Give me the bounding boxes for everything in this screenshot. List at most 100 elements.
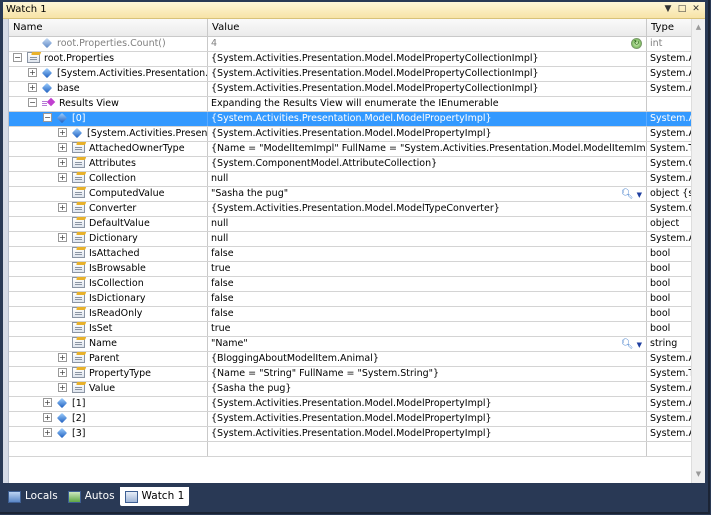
value-cell[interactable]: true: [208, 262, 647, 276]
column-header-value[interactable]: Value: [208, 19, 647, 36]
value-cell[interactable]: [208, 442, 647, 456]
watch-row[interactable]: + Converter {System.Activities.Presentatio…: [9, 202, 692, 217]
column-header-type[interactable]: Type: [647, 19, 692, 36]
name-cell[interactable]: IsCollection: [9, 277, 208, 291]
value-cell[interactable]: "Sasha the pug" 🔍︎ ▼: [208, 187, 647, 201]
maximize-icon[interactable]: □: [677, 4, 687, 15]
value-cell[interactable]: {System.Activities.Presentation.Model.Mo…: [208, 112, 647, 126]
empty-watch-row[interactable]: [9, 442, 692, 457]
watch-row[interactable]: + Parent {BloggingAboutModelItem.Animal} Sy…: [9, 352, 692, 367]
name-cell[interactable]: Name: [9, 337, 208, 351]
value-cell[interactable]: false: [208, 247, 647, 261]
watch-row[interactable]: IsSet true bool: [9, 322, 692, 337]
value-cell[interactable]: {Sasha the pug}: [208, 382, 647, 396]
watch-row[interactable]: + [System.Activities.Presentation.ModelPr…: [9, 67, 692, 82]
expand-icon[interactable]: +: [43, 398, 52, 407]
name-cell[interactable]: − [0]: [9, 112, 208, 126]
value-cell[interactable]: "Name" 🔍︎ ▼: [208, 337, 647, 351]
name-cell[interactable]: + AttachedOwnerType: [9, 142, 208, 156]
value-cell[interactable]: {System.Activities.Presentation.Model.Mo…: [208, 52, 647, 66]
expand-icon[interactable]: +: [28, 83, 37, 92]
value-cell[interactable]: null: [208, 232, 647, 246]
refresh-icon[interactable]: ↻: [631, 38, 642, 49]
value-cell[interactable]: {System.Activities.Presentation.Model.Mo…: [208, 82, 647, 96]
watch-row[interactable]: + PropertyType {Name = "String" FullName =…: [9, 367, 692, 382]
window-position-dropdown-icon[interactable]: ▼: [663, 4, 673, 15]
value-cell[interactable]: {System.Activities.Presentation.Model.Mo…: [208, 127, 647, 141]
value-cell[interactable]: {System.Activities.Presentation.Model.Mo…: [208, 202, 647, 216]
expand-icon[interactable]: +: [58, 158, 67, 167]
name-cell[interactable]: − root.Properties: [9, 52, 208, 66]
watch-row[interactable]: root.Properties.Count() 4 ↻ int: [9, 37, 692, 52]
value-cell[interactable]: Expanding the Results View will enumerat…: [208, 97, 647, 111]
name-cell[interactable]: + [3]: [9, 427, 208, 441]
name-cell[interactable]: ComputedValue: [9, 187, 208, 201]
value-cell[interactable]: false: [208, 307, 647, 321]
name-cell[interactable]: + [System.Activities.Presentation.ModelPr…: [9, 67, 208, 81]
column-header-name[interactable]: Name: [9, 19, 208, 36]
expand-icon[interactable]: +: [58, 233, 67, 242]
watch-row[interactable]: + Attributes {System.ComponentModel.Attrib…: [9, 157, 692, 172]
tab-autos[interactable]: Autos: [63, 487, 120, 506]
watch-row[interactable]: IsCollection false bool: [9, 277, 692, 292]
expand-icon[interactable]: +: [58, 368, 67, 377]
name-cell[interactable]: + Collection: [9, 172, 208, 186]
value-cell[interactable]: {System.ComponentModel.AttributeCollecti…: [208, 157, 647, 171]
name-cell[interactable]: + [2]: [9, 412, 208, 426]
value-cell[interactable]: {BloggingAboutModelItem.Animal}: [208, 352, 647, 366]
name-cell[interactable]: IsSet: [9, 322, 208, 336]
watch-row[interactable]: + base {System.Activities.Presentation.Mod…: [9, 82, 692, 97]
value-cell[interactable]: {Name = "String" FullName = "System.Stri…: [208, 367, 647, 381]
text-visualizer-icon[interactable]: 🔍︎: [621, 188, 634, 201]
watch-row[interactable]: ComputedValue "Sasha the pug" 🔍︎▼ object {s…: [9, 187, 692, 202]
watch-row[interactable]: + [System.Activities.Presentation.Model.M…: [9, 127, 692, 142]
value-cell[interactable]: {System.Activities.Presentation.Model.Mo…: [208, 67, 647, 81]
name-cell[interactable]: + Value: [9, 382, 208, 396]
name-cell[interactable]: IsDictionary: [9, 292, 208, 306]
expand-icon[interactable]: +: [58, 173, 67, 182]
watch-row[interactable]: − root.Properties {System.Activities.Prese…: [9, 52, 692, 67]
name-cell[interactable]: − Results View: [9, 97, 208, 111]
expand-icon[interactable]: +: [58, 383, 67, 392]
name-cell[interactable]: IsAttached: [9, 247, 208, 261]
close-icon[interactable]: ✕: [691, 4, 701, 15]
name-cell[interactable]: IsReadOnly: [9, 307, 208, 321]
watch-row[interactable]: DefaultValue null object: [9, 217, 692, 232]
value-cell[interactable]: {System.Activities.Presentation.Model.Mo…: [208, 427, 647, 441]
watch-row[interactable]: IsReadOnly false bool: [9, 307, 692, 322]
title-bar[interactable]: Watch 1 ▼ □ ✕: [3, 2, 705, 19]
expand-icon[interactable]: +: [58, 353, 67, 362]
watch-row[interactable]: + AttachedOwnerType {Name = "ModelItemImpl…: [9, 142, 692, 157]
expand-icon[interactable]: +: [28, 68, 37, 77]
collapse-icon[interactable]: −: [13, 53, 22, 62]
vertical-scrollbar[interactable]: ▲ ▼: [691, 19, 705, 483]
name-cell[interactable]: [9, 442, 208, 456]
value-cell[interactable]: null: [208, 172, 647, 186]
watch-row[interactable]: − [0] {System.Activities.Presentation.Mode…: [9, 112, 692, 127]
watch-row[interactable]: IsAttached false bool: [9, 247, 692, 262]
watch-row[interactable]: + [2] {System.Activities.Presentation.Mode…: [9, 412, 692, 427]
watch-row[interactable]: + [1] {System.Activities.Presentation.Mode…: [9, 397, 692, 412]
scroll-up-arrow-icon[interactable]: ▲: [692, 21, 705, 34]
watch-row[interactable]: IsBrowsable true bool: [9, 262, 692, 277]
value-cell[interactable]: {System.Activities.Presentation.Model.Mo…: [208, 397, 647, 411]
text-visualizer-icon[interactable]: 🔍︎: [621, 338, 634, 351]
expand-icon[interactable]: +: [43, 413, 52, 422]
expand-icon[interactable]: +: [58, 128, 67, 137]
collapse-icon[interactable]: −: [43, 113, 52, 122]
name-cell[interactable]: + Dictionary: [9, 232, 208, 246]
name-cell[interactable]: + Converter: [9, 202, 208, 216]
value-cell[interactable]: {System.Activities.Presentation.Model.Mo…: [208, 412, 647, 426]
value-cell[interactable]: true: [208, 322, 647, 336]
expand-icon[interactable]: +: [58, 143, 67, 152]
visualizer-dropdown-icon[interactable]: ▼: [637, 338, 642, 351]
watch-row[interactable]: + Value {Sasha the pug} System.A: [9, 382, 692, 397]
value-cell[interactable]: null: [208, 217, 647, 231]
name-cell[interactable]: + PropertyType: [9, 367, 208, 381]
name-cell[interactable]: + [System.Activities.Presentation.Model.M…: [9, 127, 208, 141]
value-cell[interactable]: {Name = "ModelItemImpl" FullName = "Syst…: [208, 142, 647, 156]
scroll-down-arrow-icon[interactable]: ▼: [692, 468, 705, 481]
watch-row[interactable]: Name "Name" 🔍︎ ▼ string: [9, 337, 692, 352]
value-cell[interactable]: false: [208, 277, 647, 291]
name-cell[interactable]: + [1]: [9, 397, 208, 411]
